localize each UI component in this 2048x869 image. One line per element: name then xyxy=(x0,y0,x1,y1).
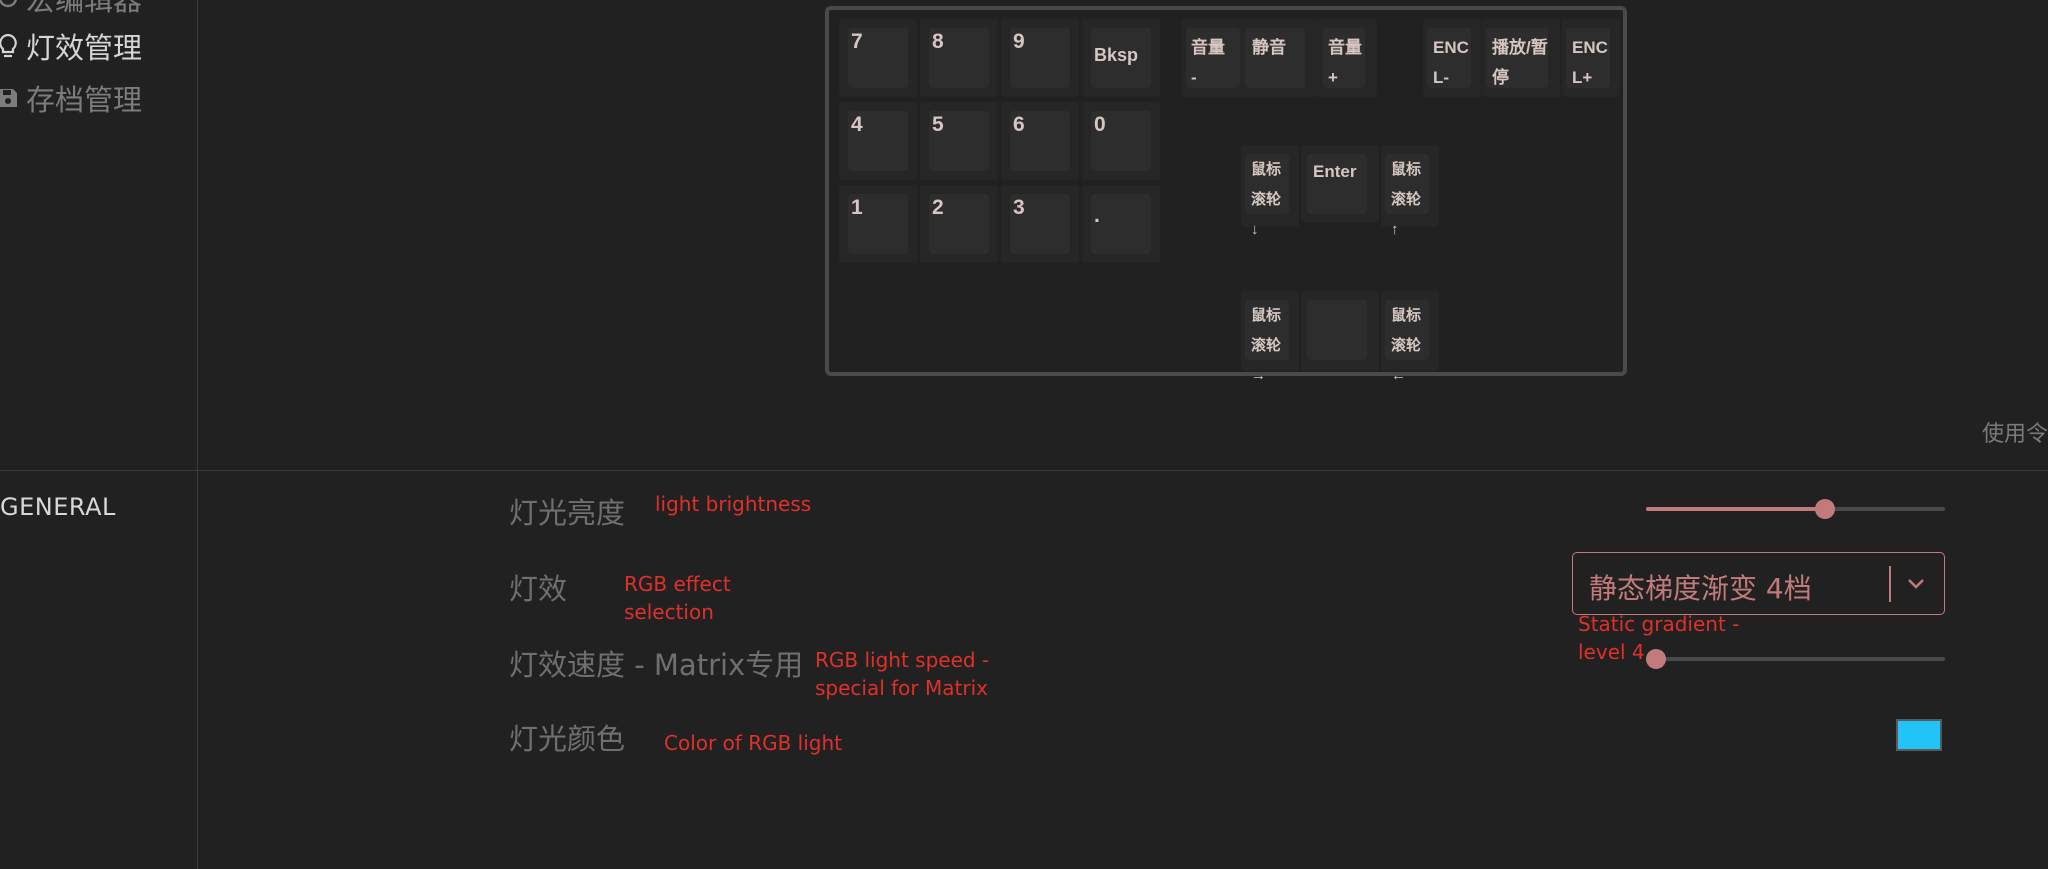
effect-select-separator xyxy=(1889,566,1891,602)
key-8[interactable]: 8 xyxy=(920,19,998,97)
speed-slider[interactable] xyxy=(1646,649,1945,669)
key-enc-l-plus[interactable]: ENC L+ xyxy=(1562,19,1620,97)
effect-label: 灯效 xyxy=(509,572,568,606)
effect-select[interactable]: 静态梯度渐变 4档 xyxy=(1572,552,1945,615)
key-9[interactable]: 9 xyxy=(1001,19,1079,97)
key-6[interactable]: 6 xyxy=(1001,102,1079,180)
color-swatch[interactable] xyxy=(1896,719,1942,751)
key-volume-up[interactable]: 音量 + xyxy=(1319,19,1377,97)
lightbulb-icon xyxy=(0,32,22,60)
speed-annotation: RGB light speed - special for Matrix xyxy=(815,648,990,700)
key-wheel-down[interactable]: 鼠标 滚轮 ↓ xyxy=(1241,145,1299,238)
effect-select-value: 静态梯度渐变 4档 xyxy=(1589,572,1812,605)
sidebar-item-label: 存档管理 xyxy=(26,83,143,117)
usage-hint-text: 使用令 xyxy=(1981,422,2048,447)
key-wheel-left[interactable]: 鼠标 滚轮 ← xyxy=(1381,291,1439,384)
key-enc-l-minus[interactable]: ENC L- xyxy=(1423,19,1481,97)
sidebar-item-save-manager[interactable]: 存档管理 xyxy=(0,78,142,118)
speed-label: 灯效速度 - Matrix专用 xyxy=(509,648,804,682)
sidebar: 宏编辑器 灯效管理 存档管理 xyxy=(0,0,198,869)
chevron-down-icon[interactable] xyxy=(1898,566,1934,602)
key-2[interactable]: 2 xyxy=(920,185,998,263)
color-label: 灯光颜色 xyxy=(509,722,626,756)
speed-slider-thumb[interactable] xyxy=(1646,649,1666,669)
brightness-slider[interactable] xyxy=(1646,499,1945,519)
key-1[interactable]: 1 xyxy=(839,185,917,263)
speed-slider-track xyxy=(1646,657,1945,661)
brightness-slider-fill xyxy=(1646,507,1826,511)
keyboard-layout: 7 8 9 Bksp 4 5 6 0 1 2 3 . 音量 - 静音 音量 + … xyxy=(825,6,1627,384)
key-enter[interactable]: Enter xyxy=(1301,145,1379,223)
key-4[interactable]: 4 xyxy=(839,102,917,180)
key-mute[interactable]: 静音 xyxy=(1241,19,1319,97)
color-annotation: Color of RGB light xyxy=(664,731,843,755)
key-5[interactable]: 5 xyxy=(920,102,998,180)
key-wheel-up[interactable]: 鼠标 滚轮 ↑ xyxy=(1381,145,1439,238)
key-3[interactable]: 3 xyxy=(1001,185,1079,263)
sidebar-item-lighting[interactable]: 灯效管理 xyxy=(0,26,142,66)
sidebar-item-label: 灯效管理 xyxy=(26,31,143,65)
brightness-annotation: light brightness xyxy=(655,492,812,516)
sidebar-item-label: 宏编辑器 xyxy=(26,0,143,17)
key-blank[interactable] xyxy=(1301,291,1379,371)
key-7[interactable]: 7 xyxy=(839,19,917,97)
brightness-label: 灯光亮度 xyxy=(509,496,626,530)
key-dot[interactable]: . xyxy=(1082,185,1160,263)
save-icon xyxy=(0,84,22,112)
key-play-pause[interactable]: 播放/暂 停 xyxy=(1482,19,1560,97)
section-title-general: GENERAL xyxy=(0,493,116,521)
brightness-slider-thumb[interactable] xyxy=(1815,499,1836,519)
effect-annotation: RGB effect selection xyxy=(624,572,731,624)
section-divider xyxy=(0,470,2048,471)
circle-icon xyxy=(0,0,22,12)
key-wheel-right[interactable]: 鼠标 滚轮 → xyxy=(1241,291,1299,384)
sidebar-item-macro-editor[interactable]: 宏编辑器 xyxy=(0,0,142,18)
key-bksp[interactable]: Bksp xyxy=(1082,19,1160,97)
key-0[interactable]: 0 xyxy=(1082,102,1160,180)
